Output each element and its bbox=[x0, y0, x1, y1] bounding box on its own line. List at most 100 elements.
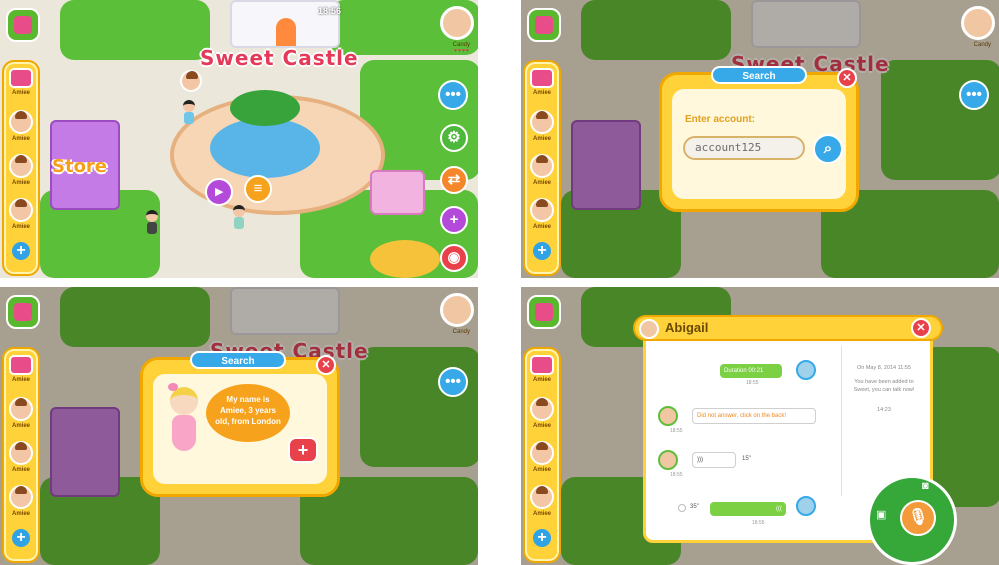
friend-sidebar: Amiee Amiee Amiee Amiee + bbox=[523, 60, 561, 276]
voice-message-bubble[interactable]: ))) bbox=[692, 452, 736, 468]
swap-icon[interactable]: ⇄ bbox=[440, 166, 468, 194]
friends-app-icon[interactable] bbox=[527, 295, 561, 329]
sidebar-item-label: Amiee bbox=[11, 511, 30, 517]
friends-icon[interactable] bbox=[530, 68, 554, 88]
more-icon[interactable]: ••• bbox=[959, 80, 989, 110]
close-button[interactable]: ✕ bbox=[837, 68, 857, 88]
friends-icon[interactable] bbox=[9, 68, 33, 88]
friend-sidebar: Amiee Amiee Amiee Amiee + bbox=[2, 347, 40, 563]
result-dialog-title: Search bbox=[190, 351, 286, 369]
friend-sidebar: Amiee Amiee Amiee Amiee + bbox=[2, 60, 40, 276]
chat-screen: Amiee Amiee Amiee Amiee + Duration 00:21… bbox=[521, 287, 999, 565]
voice-control-dial: 🎙 ◙ ▣ bbox=[867, 475, 957, 565]
add-friend-button[interactable]: + bbox=[12, 529, 30, 547]
add-friend-button[interactable]: + bbox=[12, 242, 30, 260]
sidebar-item-label: Amiee bbox=[532, 136, 551, 142]
message-time: 18:55 bbox=[752, 520, 765, 526]
close-button[interactable]: ✕ bbox=[911, 318, 931, 338]
user-avatar[interactable] bbox=[440, 293, 474, 327]
call-duration-bubble[interactable]: Duration 00:21 bbox=[720, 364, 782, 378]
search-icon[interactable]: ⌕ bbox=[813, 134, 843, 164]
voice-wave-icon: ))) bbox=[697, 457, 703, 463]
sidebar-item-label: Amiee bbox=[11, 467, 30, 473]
friends-icon[interactable] bbox=[9, 355, 33, 375]
add-user-icon[interactable]: + bbox=[440, 206, 468, 234]
chat-header: Abigail bbox=[633, 315, 943, 341]
sidebar-item-avatar[interactable] bbox=[9, 485, 33, 509]
sidebar-item-avatar[interactable] bbox=[9, 441, 33, 465]
add-friend-button[interactable]: + bbox=[533, 529, 551, 547]
kid-avatar[interactable] bbox=[182, 100, 196, 126]
message-time: 18:55 bbox=[670, 472, 683, 478]
sidebar-item-avatar[interactable] bbox=[530, 397, 554, 421]
map-title-sign: Sweet Castle bbox=[200, 46, 359, 70]
add-friend-heart-button[interactable]: + bbox=[288, 437, 318, 463]
friend-sidebar: Amiee Amiee Amiee Amiee + bbox=[523, 347, 561, 563]
sidebar-item-avatar[interactable] bbox=[9, 397, 33, 421]
sidebar-item-avatar[interactable] bbox=[530, 198, 554, 222]
microphone-icon[interactable]: 🎙 bbox=[900, 500, 936, 536]
friends-app-icon[interactable] bbox=[6, 8, 40, 42]
search-result-screen: Sweet Castle Amiee Amiee Amiee Amiee + C… bbox=[0, 287, 478, 565]
self-avatar bbox=[796, 496, 816, 516]
sidebar-item-label: Amiee bbox=[11, 423, 30, 429]
search-dialog-title: Search bbox=[711, 66, 807, 84]
video-icon[interactable]: ▣ bbox=[876, 508, 886, 521]
user-avatar[interactable] bbox=[961, 6, 995, 40]
sidebar-item-avatar[interactable] bbox=[9, 154, 33, 178]
sidebar-item-avatar[interactable] bbox=[530, 110, 554, 134]
close-button[interactable]: ✕ bbox=[316, 355, 336, 375]
kid-avatar[interactable] bbox=[145, 210, 159, 236]
missed-call-bubble[interactable]: Did not answer, click on the back! bbox=[692, 408, 816, 424]
sidebar-item-label: Amiee bbox=[532, 224, 551, 230]
sidebar-item-label: Amiee bbox=[11, 377, 30, 383]
user-avatar[interactable] bbox=[440, 6, 474, 40]
sidebar-item-label: Amiee bbox=[532, 423, 551, 429]
friends-app-icon[interactable] bbox=[527, 8, 561, 42]
sidebar-item-avatar[interactable] bbox=[530, 154, 554, 178]
map-screen: Sweet Castle Store ▸ ≡ 18:56 Amiee Amiee… bbox=[0, 0, 478, 278]
toy-house[interactable] bbox=[370, 170, 425, 215]
castle-door[interactable] bbox=[276, 18, 296, 46]
sidebar-item-label: Amiee bbox=[532, 467, 551, 473]
voice-message-bubble[interactable]: ((( bbox=[710, 502, 786, 516]
system-note-time: 14:23 bbox=[877, 407, 891, 413]
voice-duration: 35" bbox=[690, 504, 699, 510]
account-input[interactable]: account125 bbox=[683, 136, 805, 160]
kid-avatar[interactable] bbox=[232, 205, 246, 231]
sidebar-item-label: Amiee bbox=[11, 136, 30, 142]
sidebar-item-avatar[interactable] bbox=[9, 110, 33, 134]
sidebar-item-avatar[interactable] bbox=[9, 198, 33, 222]
store-sign: Store bbox=[52, 156, 108, 177]
self-avatar bbox=[796, 360, 816, 380]
sidebar-item-label: Amiee bbox=[532, 377, 551, 383]
chat-icon[interactable]: ≡ bbox=[244, 175, 272, 203]
character-figure bbox=[164, 383, 204, 469]
user-name: Candy bbox=[452, 329, 470, 335]
more-icon[interactable]: ••• bbox=[438, 367, 468, 397]
sidebar-item-label: Amiee bbox=[532, 90, 551, 96]
friends-icon[interactable] bbox=[530, 355, 554, 375]
friends-app-icon[interactable] bbox=[6, 295, 40, 329]
unread-indicator bbox=[678, 504, 686, 512]
camera-icon[interactable]: ◉ bbox=[440, 244, 468, 272]
sidebar-item-label: Amiee bbox=[11, 90, 30, 96]
sidebar-item-avatar[interactable] bbox=[530, 485, 554, 509]
contact-avatar bbox=[658, 406, 678, 426]
profile-avatar[interactable] bbox=[180, 70, 202, 92]
system-note-date: On May 8, 2014 11:55 bbox=[856, 365, 912, 371]
gear-icon[interactable]: ⚙ bbox=[440, 124, 468, 152]
sidebar-item-label: Amiee bbox=[11, 180, 30, 186]
message-time: 18:55 bbox=[746, 380, 759, 386]
system-note-text: You have been added to Sweet, you can ta… bbox=[853, 379, 915, 393]
paint-palette[interactable] bbox=[370, 240, 440, 278]
more-icon[interactable]: ••• bbox=[438, 80, 468, 110]
camera-icon[interactable]: ◙ bbox=[922, 480, 929, 492]
account-prompt: Enter account: bbox=[685, 114, 756, 125]
voice-wave-icon: ((( bbox=[776, 506, 782, 512]
sidebar-item-avatar[interactable] bbox=[530, 441, 554, 465]
message-time: 18:55 bbox=[670, 428, 683, 434]
voice-duration: 15" bbox=[742, 456, 751, 462]
add-friend-button[interactable]: + bbox=[533, 242, 551, 260]
megaphone-icon[interactable]: ▸ bbox=[205, 178, 233, 206]
